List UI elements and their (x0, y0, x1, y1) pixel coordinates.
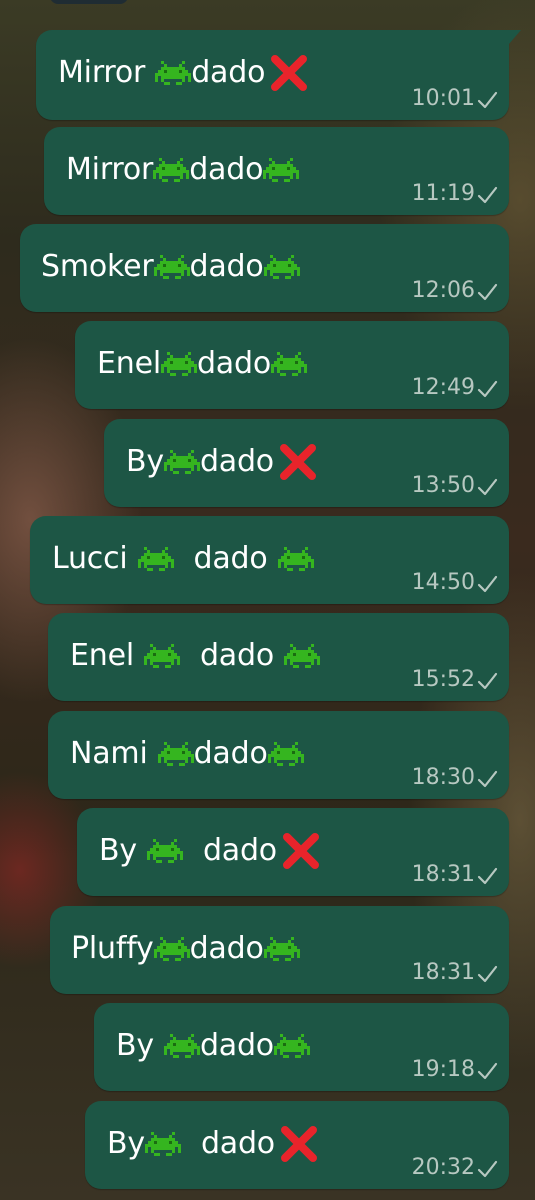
message-text: Mirror dado (66, 150, 300, 190)
message-word: dado (200, 1126, 275, 1161)
message-time: 12:06 (411, 278, 475, 303)
message-time: 18:31 (411, 960, 475, 985)
message-text: Enel dado (70, 636, 320, 676)
message-bubble[interactable]: By dado 13:50 (104, 419, 509, 507)
alien-monster-icon (273, 1029, 310, 1063)
single-check-icon (476, 378, 498, 400)
message-text: Smoker dado (41, 247, 300, 287)
message-word: dado (199, 638, 274, 673)
message-name: Smoker (41, 249, 154, 284)
single-check-icon (476, 184, 498, 206)
message-bubble[interactable]: Smoker dado 12:06 (20, 224, 509, 312)
message-name: Enel (97, 346, 161, 381)
single-check-icon (476, 670, 498, 692)
alien-monster-icon (153, 153, 190, 187)
message-name: By (99, 833, 137, 868)
alien-monster-icon (163, 445, 200, 479)
alien-monster-icon (153, 250, 190, 284)
message-time: 19:18 (411, 1057, 475, 1082)
alien-monster-icon (155, 56, 192, 90)
message-word: dado (189, 931, 264, 966)
message-text: Lucci dado (52, 539, 314, 579)
alien-monster-icon (144, 1127, 181, 1161)
cross-mark-icon (269, 54, 309, 92)
message-bubble[interactable]: Pluffy dado 18:31 (50, 906, 509, 994)
message-name: Pluffy (71, 931, 154, 966)
single-check-icon (476, 963, 498, 985)
message-time: 12:49 (411, 375, 475, 400)
message-name: Lucci (52, 541, 128, 576)
message-text: Enel dado (97, 344, 307, 384)
alien-monster-icon (143, 639, 180, 673)
message-word: dado (189, 249, 264, 284)
cross-mark-icon (278, 443, 318, 481)
message-bubble[interactable]: Lucci dado 14:50 (30, 516, 509, 604)
message-word: dado (199, 444, 274, 479)
alien-monster-icon (153, 932, 190, 966)
message-bubble[interactable]: By dado 20:32 (85, 1101, 509, 1189)
message-time: 11:19 (411, 181, 475, 206)
message-text: By dado (107, 1124, 319, 1164)
single-check-icon (476, 476, 498, 498)
message-time: 10:01 (411, 86, 475, 111)
message-time: 13:50 (411, 473, 475, 498)
message-time: 14:50 (411, 570, 475, 595)
message-bubble[interactable]: By dado 18:31 (77, 808, 509, 896)
message-word: dado (196, 346, 271, 381)
alien-monster-icon (284, 639, 320, 673)
alien-monster-icon (160, 347, 197, 381)
message-time: 20:32 (411, 1155, 475, 1180)
single-check-icon (476, 1060, 498, 1082)
message-bubble[interactable]: Nami dado 18:30 (48, 711, 509, 799)
message-name: By (116, 1028, 154, 1063)
message-text: Pluffy dado (71, 929, 300, 969)
alien-monster-icon (271, 347, 307, 381)
single-check-icon (476, 865, 498, 887)
message-bubble[interactable]: Mirror dado 11:19 (44, 127, 509, 215)
top-bar-edge (50, 0, 128, 4)
message-bubble[interactable]: By dado 19:18 (94, 1003, 509, 1091)
message-name: Enel (70, 638, 134, 673)
single-check-icon (476, 768, 498, 790)
message-text: By dado (99, 831, 321, 871)
alien-monster-icon (263, 153, 300, 187)
message-name: Mirror (66, 152, 154, 187)
message-bubble[interactable]: Enel dado 15:52 (48, 613, 509, 701)
alien-monster-icon (277, 542, 314, 576)
message-word: dado (193, 736, 268, 771)
cross-mark-icon (281, 832, 321, 870)
message-time: 15:52 (411, 667, 475, 692)
message-word: dado (199, 1028, 274, 1063)
alien-monster-icon (146, 834, 183, 868)
single-check-icon (476, 573, 498, 595)
message-bubble[interactable]: Mirror dado 10:01 (36, 30, 521, 120)
message-word: dado (191, 55, 266, 90)
message-time: 18:31 (411, 862, 475, 887)
message-text: Nami dado (70, 734, 304, 774)
message-text: By dado (126, 442, 318, 482)
message-name: Nami (70, 736, 148, 771)
message-time: 18:30 (411, 765, 475, 790)
message-text: By dado (116, 1026, 310, 1066)
single-check-icon (476, 281, 498, 303)
cross-mark-icon (279, 1125, 319, 1163)
alien-monster-icon (163, 1029, 200, 1063)
message-text: Mirror dado (58, 53, 309, 93)
message-word: dado (193, 541, 268, 576)
single-check-icon (476, 1158, 498, 1180)
message-name: By (107, 1126, 145, 1161)
single-check-icon (476, 89, 498, 111)
alien-monster-icon (137, 542, 174, 576)
message-name: By (126, 444, 164, 479)
message-name: Mirror (58, 55, 146, 90)
alien-monster-icon (157, 737, 194, 771)
message-bubble[interactable]: Enel dado 12:49 (75, 321, 509, 409)
alien-monster-icon (263, 932, 300, 966)
message-word: dado (202, 833, 277, 868)
alien-monster-icon (267, 737, 304, 771)
message-word: dado (189, 152, 264, 187)
alien-monster-icon (263, 250, 300, 284)
